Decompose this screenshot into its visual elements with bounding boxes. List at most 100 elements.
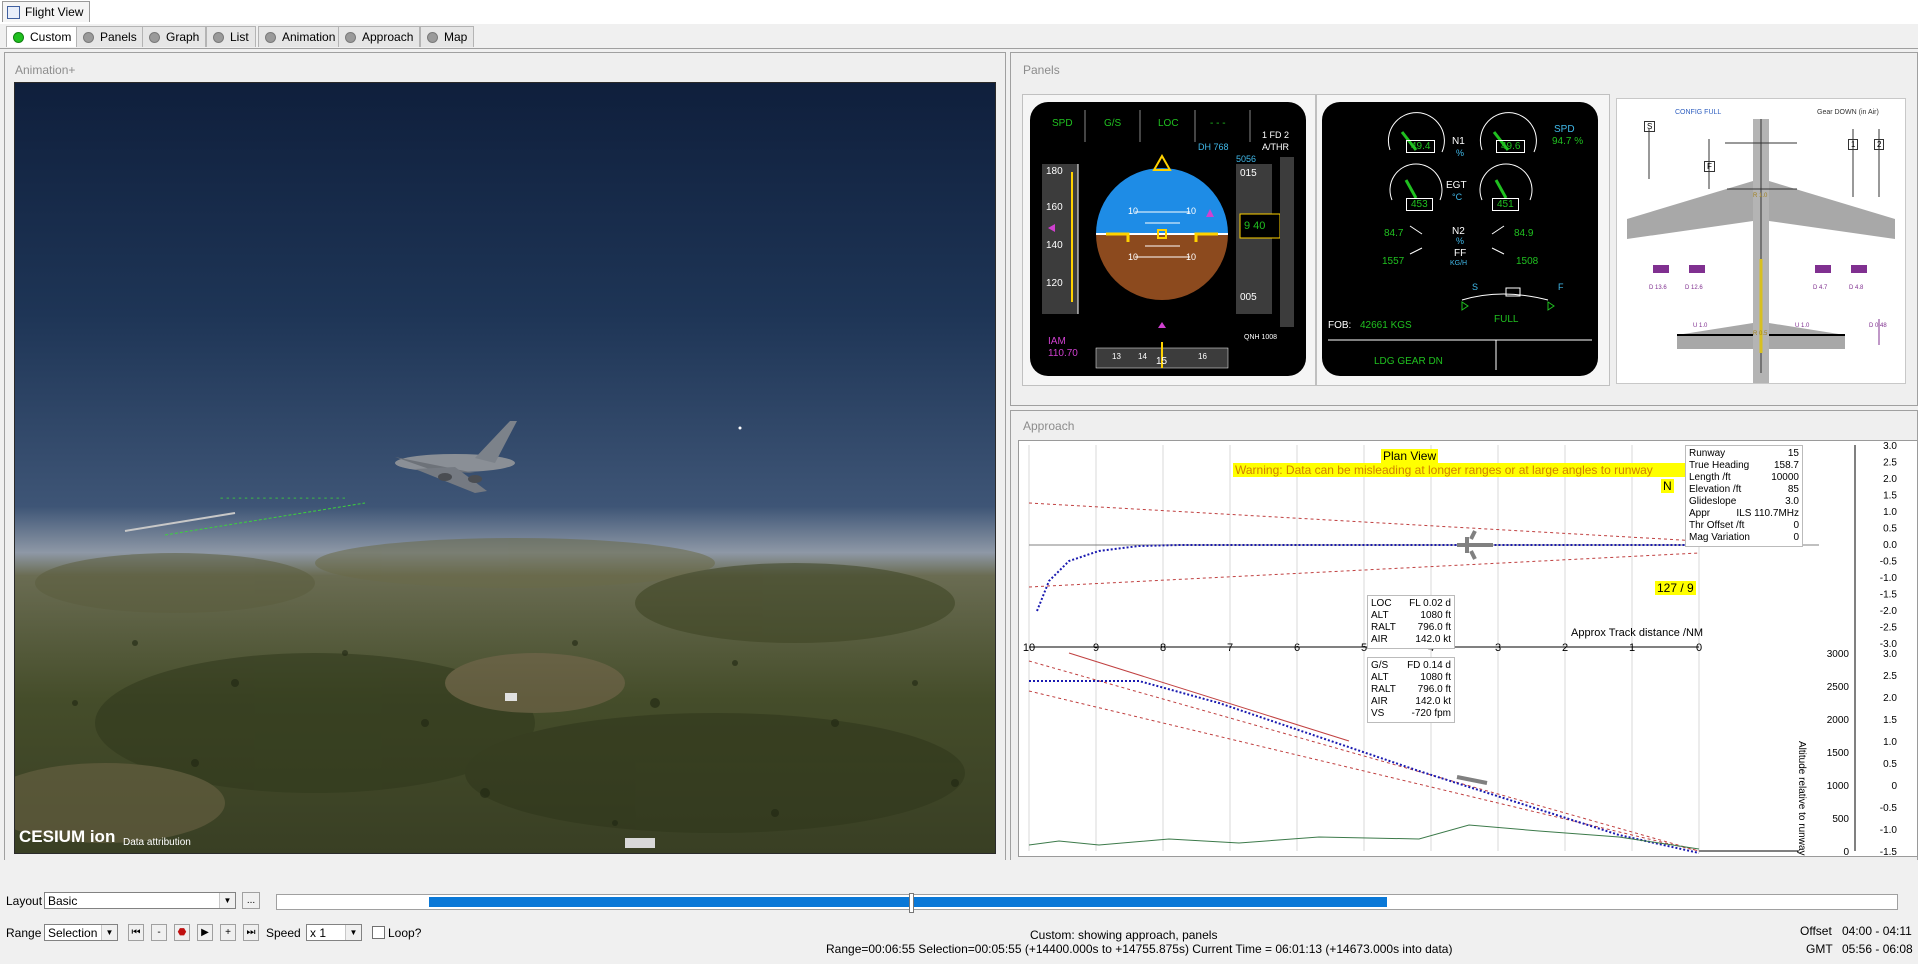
x-tick-label: 9	[1093, 642, 1099, 654]
tab-label: Custom	[30, 30, 72, 44]
tab-list[interactable]: List	[206, 26, 256, 47]
runway-info-row-value: 0	[1793, 520, 1799, 531]
x-tick-label: 2	[1562, 642, 1568, 654]
fma-spd: SPD	[1052, 118, 1073, 129]
right-tick-label: 3.0	[1883, 649, 1897, 660]
heading-tick: 14	[1138, 352, 1147, 361]
right-tick-label: 3.0	[1883, 441, 1897, 452]
offset-value: 04:00 - 04:11	[1842, 924, 1912, 938]
gs-info-row: ALT 1080 ft	[1371, 672, 1451, 684]
window-icon	[7, 5, 20, 19]
slat-box: S	[1644, 121, 1656, 132]
loc-info-row-value: 142.0 kt	[1415, 634, 1451, 645]
tab-label: Animation	[282, 30, 336, 44]
elevator-center-label: R 0.5	[1753, 331, 1768, 337]
range-select[interactable]: Selection ▼	[44, 924, 118, 941]
gs-info-row: RALT 796.0 ft	[1371, 684, 1451, 696]
range-warning: Warning: Data can be misleading at longe…	[1233, 463, 1693, 477]
altitude-tick-label: 2500	[1827, 682, 1850, 693]
egt-right: 451	[1492, 198, 1519, 211]
stop-button[interactable]: ⬣	[174, 924, 190, 941]
skip-end-icon: ⏭	[246, 927, 256, 938]
flight-controls-display: CONFIG FULL Gear DOWN (in Air) S F 1 2 D…	[1616, 98, 1906, 389]
tab-graph[interactable]: Graph	[142, 26, 207, 47]
runway-info-row-key: Runway	[1689, 448, 1726, 459]
tab-label: Approach	[362, 30, 414, 44]
layout-options-button[interactable]: ...	[242, 892, 260, 909]
loc-info-row-key: ALT	[1371, 610, 1389, 621]
loop-checkbox[interactable]	[372, 926, 385, 939]
tab-animation[interactable]: Animation	[258, 26, 343, 47]
tab-label: Graph	[166, 30, 200, 44]
layout-select[interactable]: Basic ▼	[44, 892, 236, 909]
skip-to-start-button[interactable]: ⏮	[128, 924, 144, 941]
loc-info-box: LOC FL 0.02 d ALT 1080 ft RALT 796.0 ft AIR 142…	[1367, 595, 1455, 649]
range-label: Range	[6, 926, 42, 940]
egt-left: 453	[1406, 198, 1433, 211]
tab-approach[interactable]: Approach	[338, 26, 421, 47]
play-button[interactable]: ▶	[197, 924, 213, 941]
step-forward-button[interactable]: +	[220, 924, 236, 941]
alt-target: 5056	[1236, 154, 1257, 164]
north-indicator: N	[1661, 479, 1674, 493]
ff-right: 1508	[1516, 256, 1539, 267]
right-tick-label: 1.0	[1883, 737, 1897, 748]
x-tick-label: 6	[1294, 642, 1300, 654]
ils-ident: IAM	[1048, 336, 1066, 347]
n1-label: N1	[1452, 136, 1465, 147]
pitch-label: 10	[1128, 206, 1139, 216]
status-dot-icon	[427, 31, 438, 43]
x-tick-label: 10	[1023, 642, 1035, 654]
right-tick-label: 1.0	[1883, 507, 1897, 518]
spoiler-label: D 12.6	[1685, 285, 1703, 291]
tab-panels[interactable]: Panels	[76, 26, 144, 47]
speed-tick: 160	[1046, 202, 1063, 213]
right-tick-label: -2.0	[1880, 606, 1898, 617]
timeline-track[interactable]	[276, 893, 1898, 913]
data-attribution-link[interactable]: Data attribution	[123, 837, 191, 848]
loc-info-row: LOC FL 0.02 d	[1371, 598, 1451, 610]
window-tab[interactable]: Flight View	[2, 1, 91, 22]
heading-tick: 16	[1198, 352, 1207, 361]
engine-display: 49.4 49.6 N1 % SPD 94.7 % 453 451 EGT °C…	[1322, 102, 1598, 376]
right-tick-label: 2.5	[1883, 671, 1897, 682]
fma-gs: G/S	[1104, 118, 1122, 129]
gmt-label: GMT	[1806, 942, 1833, 956]
3d-scene-view[interactable]: - - - - - - - - - - - - - - - - - - - - …	[14, 82, 996, 854]
pitch-label: 10	[1128, 252, 1139, 262]
pitch-label: 10	[1186, 252, 1197, 262]
approach-chart[interactable]: 1098765432103.02.52.01.51.00.50.0-0.5-1.…	[1018, 440, 1918, 858]
skip-to-end-button[interactable]: ⏭	[243, 924, 259, 941]
loc-info-row: AIR 142.0 kt	[1371, 634, 1451, 646]
spoiler-label: D 4.8	[1849, 285, 1864, 291]
altitude-tick-label: 1500	[1827, 748, 1850, 759]
gs-info-row: VS -720 fpm	[1371, 708, 1451, 720]
tab-custom[interactable]: Custom	[6, 26, 79, 47]
loc-info-row-value: 1080 ft	[1420, 610, 1451, 621]
flap-box: F	[1704, 161, 1715, 172]
speed-select[interactable]: x 1 ▼	[306, 924, 362, 941]
elevator-left-label: U 1.0	[1693, 323, 1708, 329]
step-back-button[interactable]: -	[151, 924, 167, 941]
runway-info-row-value: 85	[1787, 484, 1799, 495]
window-title: Flight View	[25, 5, 84, 19]
x-axis-label: Approx Track distance /NM	[1571, 627, 1704, 639]
tab-map[interactable]: Map	[420, 26, 475, 47]
gs-info-row: G/S FD 0.14 d	[1371, 660, 1451, 672]
right-tick-label: -0.5	[1880, 803, 1898, 814]
runway-info-row: Appr ILS 110.7MHz	[1689, 508, 1799, 520]
timeline-cursor[interactable]	[908, 893, 914, 913]
runway-info-row-value: 0	[1793, 532, 1799, 543]
gs-info-row-value: FD 0.14 d	[1407, 660, 1451, 671]
chevron-down-icon: ▼	[219, 893, 235, 908]
runway-info-row-key: Elevation /ft	[1689, 484, 1742, 495]
ecam-memo: LDG GEAR DN	[1374, 356, 1443, 367]
fma-dash: - - -	[1210, 118, 1226, 129]
gs-info-row-value: 1080 ft	[1420, 672, 1451, 683]
speed-value: x 1	[310, 925, 327, 940]
status-dot-icon	[345, 31, 356, 43]
gs-info-row-key: RALT	[1371, 684, 1396, 695]
status-dot-icon	[13, 31, 24, 43]
right-tick-label: 0.5	[1883, 524, 1897, 535]
ff-left: 1557	[1382, 256, 1405, 267]
